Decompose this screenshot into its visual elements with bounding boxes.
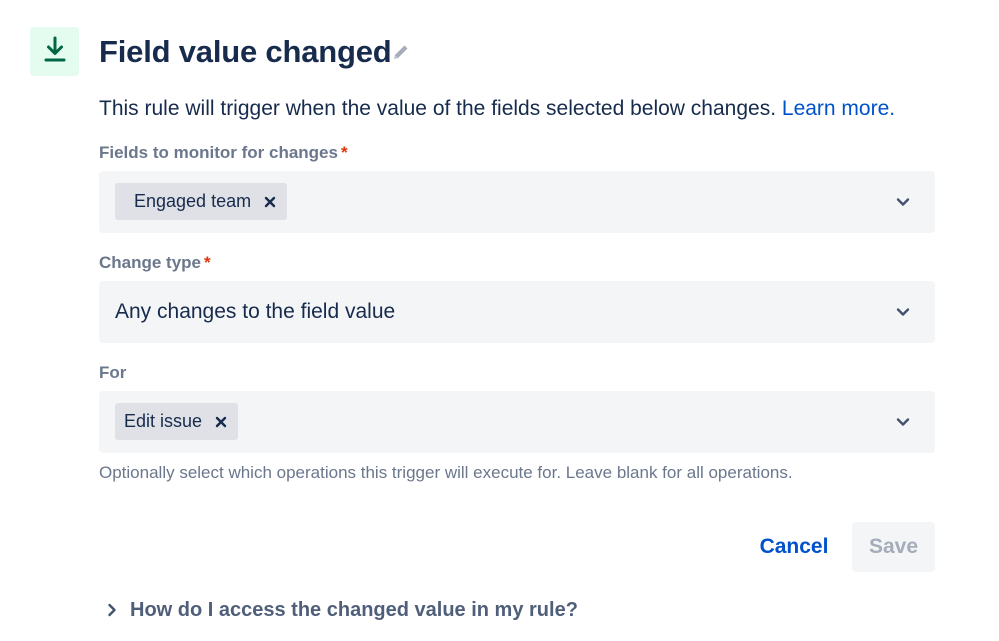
for-label: For — [99, 362, 126, 384]
cancel-button[interactable]: Cancel — [745, 522, 843, 572]
chevron-down-icon[interactable] — [893, 302, 913, 322]
chevron-right-icon — [104, 596, 120, 624]
learn-more-link[interactable]: Learn more. — [782, 97, 895, 120]
selected-operation-chip: Edit issue — [115, 403, 239, 440]
page-title: Field value changed — [99, 34, 392, 69]
faq-expander[interactable]: How do I access the changed value in my … — [104, 596, 578, 624]
for-label-text: For — [99, 363, 127, 382]
for-helper-text: Optionally select which operations this … — [99, 463, 793, 482]
chevron-down-icon[interactable] — [893, 192, 913, 212]
fields-to-monitor-label-text: Fields to monitor for changes — [99, 143, 338, 162]
change-type-label: Change type * — [99, 252, 211, 274]
required-asterisk: * — [204, 253, 211, 272]
change-type-select[interactable]: Any changes to the field value — [99, 281, 935, 343]
description-text: This rule will trigger when the value of… — [99, 97, 777, 120]
change-type-label-text: Change type — [99, 253, 202, 272]
rule-description: This rule will trigger when the value of… — [99, 94, 895, 124]
selected-field-chip: Engaged team — [115, 183, 288, 220]
trigger-icon-container — [30, 27, 79, 76]
remove-chip-icon[interactable] — [212, 413, 230, 431]
chip-label: Engaged team — [134, 191, 252, 211]
chevron-down-icon[interactable] — [893, 412, 913, 432]
chip-label: Edit issue — [124, 411, 203, 431]
download-arrow-icon — [43, 35, 67, 68]
change-type-value: Any changes to the field value — [115, 300, 396, 323]
required-asterisk: * — [340, 143, 348, 162]
for-operations-select[interactable]: Edit issue — [99, 391, 935, 453]
pencil-icon[interactable] — [389, 40, 413, 64]
faq-label: How do I access the changed value in my … — [130, 599, 578, 621]
fields-to-monitor-select[interactable]: Engaged team — [99, 171, 935, 233]
save-button[interactable]: Save — [852, 522, 935, 572]
fields-to-monitor-label: Fields to monitor for changes * — [99, 142, 348, 164]
remove-chip-icon[interactable] — [261, 193, 279, 211]
